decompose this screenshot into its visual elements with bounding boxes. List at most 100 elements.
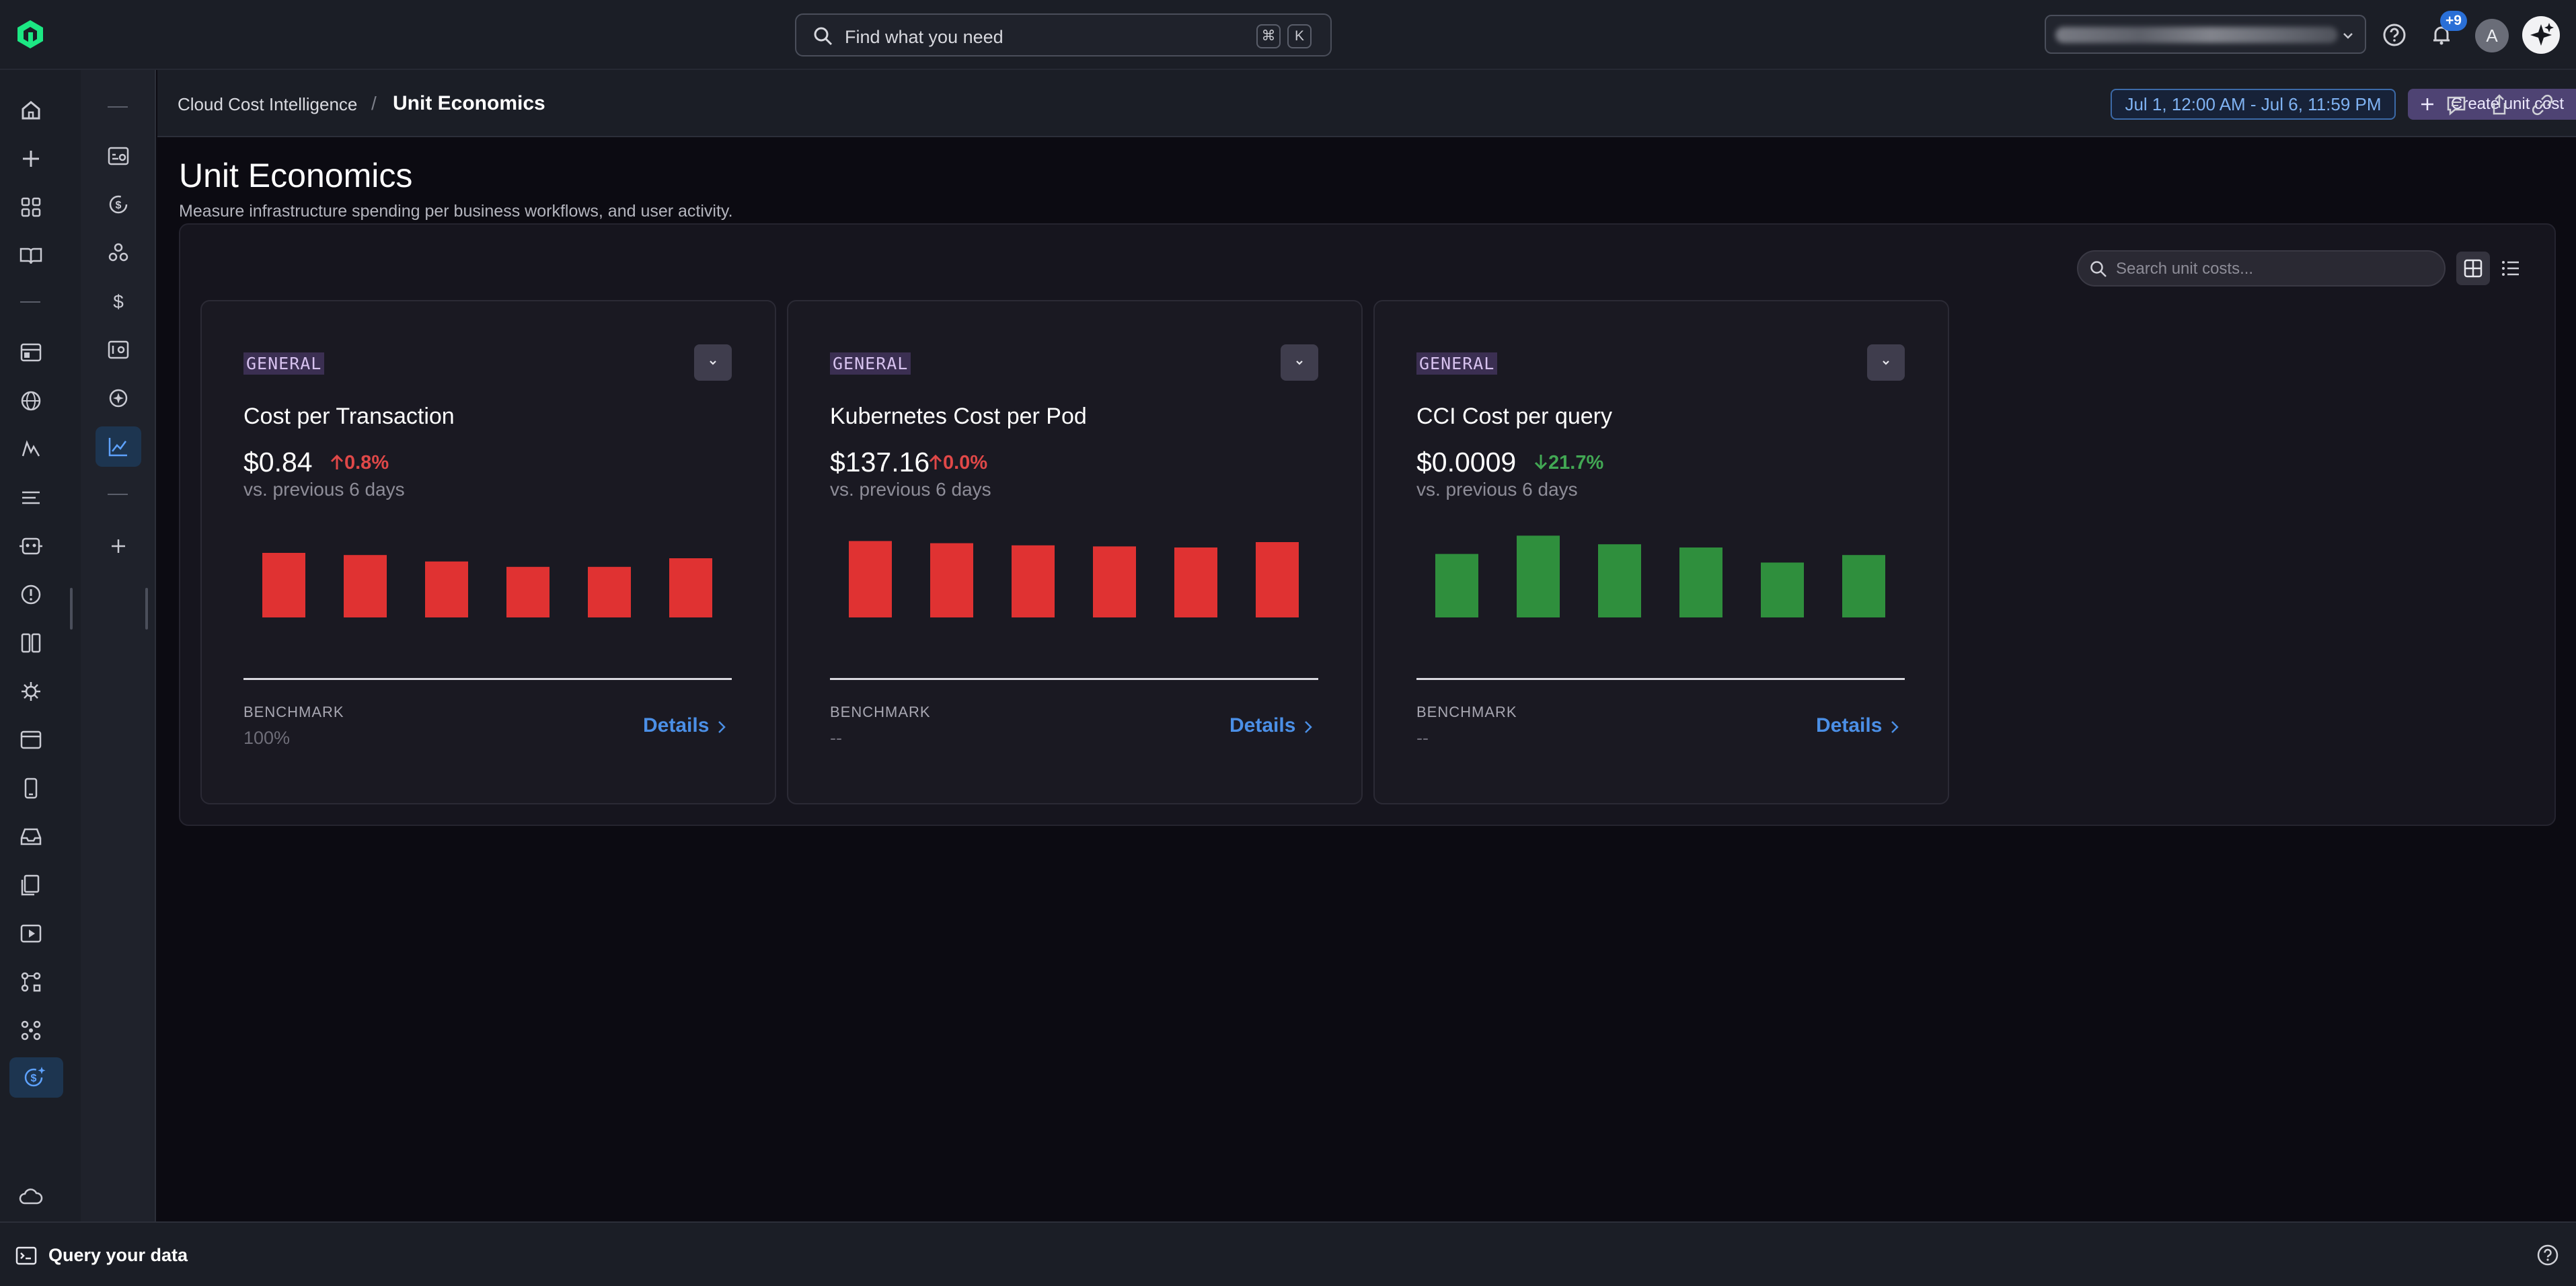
chart-bar[interactable] [1012, 545, 1055, 617]
chart-bar[interactable] [588, 566, 631, 617]
unit-cost-card[interactable]: GENERAL CCI Cost per query $0.0009 21.7%… [1373, 300, 1949, 804]
sparkle-icon [2530, 23, 2554, 46]
infrastructure-icon[interactable] [16, 531, 46, 561]
query-your-data-button[interactable]: Query your data [48, 1245, 188, 1266]
arrow-up-icon [929, 454, 942, 469]
account-name-redacted [2055, 27, 2338, 43]
browser-icon[interactable] [16, 725, 46, 755]
card-bar-chart [849, 541, 1299, 617]
chart-bar[interactable] [425, 561, 468, 617]
top-bar: Find what you need ⌘ K +9 A [0, 0, 2576, 70]
chart-bar[interactable] [1517, 535, 1560, 617]
chevron-right-icon [1305, 721, 1312, 733]
kubernetes-icon[interactable] [16, 677, 46, 706]
app-logo-icon[interactable] [15, 19, 46, 50]
book-icon[interactable] [16, 241, 46, 270]
terminal-icon[interactable] [15, 1244, 38, 1267]
benchmark-label: BENCHMARK [243, 704, 344, 720]
subnav-scrollbar[interactable] [145, 588, 148, 630]
breadcrumb-parent[interactable]: Cloud Cost Intelligence [178, 94, 357, 115]
notification-count-badge: +9 [2440, 11, 2467, 31]
chart-bar[interactable] [1842, 555, 1885, 617]
share-icon[interactable] [2486, 91, 2513, 118]
alerts-icon[interactable] [16, 580, 46, 609]
chevron-down-icon [1883, 361, 1889, 365]
logs-icon[interactable] [16, 483, 46, 513]
plus-icon [2421, 98, 2433, 110]
reports-icon[interactable] [104, 335, 133, 365]
session-replay-icon[interactable] [16, 919, 46, 948]
chart-bar[interactable] [669, 558, 712, 617]
list-view-button[interactable] [2494, 252, 2528, 285]
card-compare-label: vs. previous 6 days [830, 479, 991, 500]
page-title: Unit Economics [179, 157, 413, 194]
globe-icon[interactable] [16, 386, 46, 416]
shortcut-key-cmd: ⌘ [1256, 24, 1281, 48]
chart-bar[interactable] [1761, 562, 1804, 617]
card-menu-button[interactable] [694, 344, 732, 381]
details-link[interactable]: Details [643, 714, 726, 737]
chart-bar[interactable] [262, 553, 305, 617]
unit-economics-icon[interactable] [104, 432, 133, 461]
subnav-divider [108, 494, 128, 495]
card-bar-chart [262, 553, 712, 617]
user-avatar[interactable]: A [2475, 19, 2509, 52]
chart-bar[interactable] [506, 566, 550, 617]
unit-cost-search[interactable] [2077, 250, 2446, 287]
chevron-down-icon [710, 361, 716, 365]
comment-icon[interactable] [2443, 91, 2470, 118]
inbox-icon[interactable] [16, 822, 46, 852]
copy-link-icon[interactable] [2529, 91, 2556, 118]
service-map-icon[interactable] [16, 967, 46, 997]
help-icon[interactable] [2380, 20, 2409, 50]
cost-insights-icon[interactable]: $ [104, 190, 133, 219]
dashboards-icon[interactable] [16, 628, 46, 658]
grid-view-button[interactable] [2456, 252, 2490, 285]
details-label: Details [1816, 714, 1883, 736]
unit-cost-search-input[interactable] [2116, 258, 2432, 280]
allocation-icon[interactable] [104, 238, 133, 268]
apm-icon[interactable] [16, 434, 46, 464]
card-value: $137.16 [830, 447, 930, 478]
cloud-icon[interactable] [16, 1182, 46, 1212]
chart-bar[interactable] [1256, 542, 1299, 617]
chart-bar[interactable] [1174, 547, 1217, 617]
account-selector[interactable] [2045, 15, 2366, 54]
documents-icon[interactable] [16, 870, 46, 900]
rail-scrollbar[interactable] [70, 588, 73, 630]
unit-cost-card[interactable]: GENERAL Cost per Transaction $0.84 0.8% … [200, 300, 776, 804]
benchmark-value: -- [830, 728, 842, 748]
card-bar-chart [1435, 535, 1885, 617]
card-compare-label: vs. previous 6 days [243, 479, 405, 500]
chart-bar[interactable] [930, 543, 973, 617]
chart-bar[interactable] [1679, 547, 1722, 617]
integrations-icon[interactable] [16, 1016, 46, 1045]
chart-bar[interactable] [1435, 554, 1478, 617]
chart-bar[interactable] [1093, 546, 1136, 617]
unit-cost-card[interactable]: GENERAL Kubernetes Cost per Pod $137.16 … [787, 300, 1363, 804]
date-range-picker[interactable]: Jul 1, 12:00 AM - Jul 6, 11:59 PM [2111, 89, 2396, 120]
dashboard-icon[interactable] [16, 338, 46, 367]
global-search[interactable]: Find what you need ⌘ K [795, 13, 1332, 56]
overview-icon[interactable] [104, 141, 133, 171]
mobile-icon[interactable] [16, 773, 46, 803]
home-icon[interactable] [16, 96, 46, 125]
help-icon[interactable] [2536, 1243, 2560, 1267]
card-divider [830, 678, 1318, 680]
ai-assistant-button[interactable] [2522, 16, 2560, 54]
card-menu-button[interactable] [1867, 344, 1905, 381]
dollar-icon[interactable]: $ [104, 287, 133, 316]
svg-text:$: $ [113, 291, 124, 312]
breadcrumb-current: Unit Economics [393, 92, 545, 114]
recommendations-icon[interactable] [104, 383, 133, 413]
cloud-cost-icon[interactable]: $ [19, 1063, 48, 1092]
details-link[interactable]: Details [1229, 714, 1312, 737]
chart-bar[interactable] [1598, 544, 1641, 617]
add-icon[interactable] [16, 144, 46, 174]
add-icon[interactable] [104, 531, 133, 561]
chart-bar[interactable] [344, 555, 387, 617]
details-link[interactable]: Details [1816, 714, 1899, 737]
card-menu-button[interactable] [1281, 344, 1318, 381]
apps-grid-icon[interactable] [16, 192, 46, 222]
chart-bar[interactable] [849, 541, 892, 617]
